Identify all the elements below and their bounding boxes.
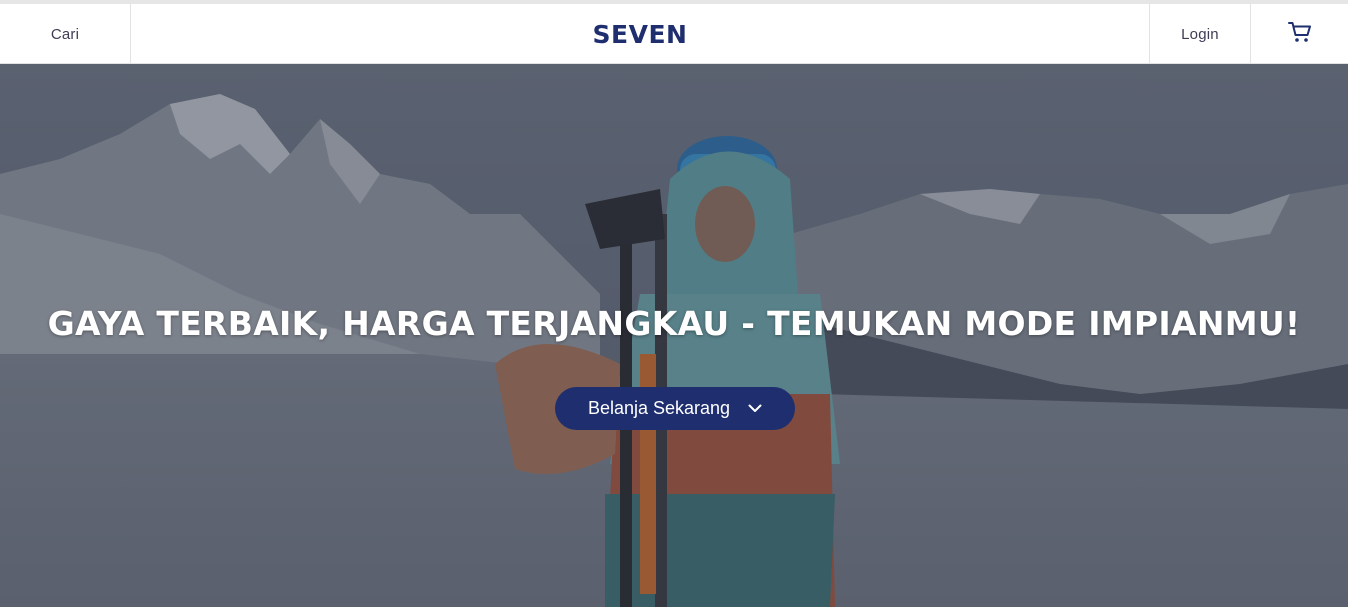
search-label: Cari bbox=[50, 25, 80, 43]
shop-now-button[interactable]: Belanja Sekarang bbox=[555, 387, 795, 430]
logo-link[interactable]: SEVEN bbox=[131, 4, 1149, 64]
page: Cari SEVEN Login GAYA TERBAIK, HARGA TER… bbox=[0, 0, 1348, 607]
cart-icon bbox=[1287, 21, 1312, 48]
chevron-down-icon bbox=[748, 404, 762, 413]
search-button[interactable]: Cari bbox=[0, 4, 131, 64]
site-header: Cari SEVEN Login bbox=[0, 4, 1348, 64]
cart-button[interactable] bbox=[1250, 4, 1348, 64]
hero-banner: GAYA TERBAIK, HARGA TERJANGKAU - TEMUKAN… bbox=[0, 64, 1348, 607]
brand-logo: SEVEN bbox=[592, 19, 688, 49]
login-button[interactable]: Login bbox=[1149, 4, 1250, 64]
shop-now-label: Belanja Sekarang bbox=[587, 398, 731, 418]
hero-headline: GAYA TERBAIK, HARGA TERJANGKAU - TEMUKAN… bbox=[47, 304, 1301, 343]
login-label: Login bbox=[1181, 25, 1219, 43]
